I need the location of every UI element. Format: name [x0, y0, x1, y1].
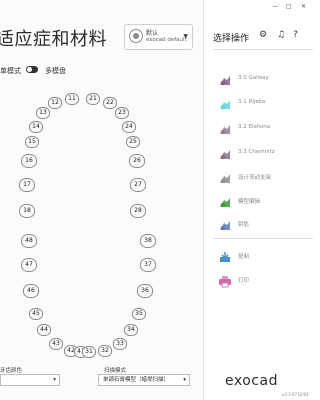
mode-single-label: 单模式 — [0, 67, 21, 75]
bell-icon[interactable]: ♫ — [277, 30, 285, 40]
action-item[interactable]: 设计流动支架 — [218, 170, 310, 184]
close-icon[interactable]: ✕ — [301, 3, 306, 10]
action-label: 设计流动支架 — [238, 175, 272, 181]
tooth-chart: 18 17 16 15 14 13 12 11 21 22 23 24 25 26 27 28 48 47 46 45… — [0, 82, 203, 364]
print-icon — [218, 273, 232, 288]
tooth-21[interactable]: 21 — [86, 93, 100, 105]
project-label: 默认 — [146, 30, 159, 37]
chevron-down-icon: ▼ — [183, 33, 188, 40]
gear-icon[interactable]: ⚙ — [259, 30, 267, 40]
sidebar-divider — [213, 238, 313, 239]
action-label: 3.1 Rijeka — [238, 99, 266, 105]
tooth-17[interactable]: 17 — [19, 178, 35, 192]
main-panel: 适应症和材料 默认 exocad default ▼ 单模式 多模盘 18 17 1… — [0, 0, 204, 400]
minimize-icon[interactable]: — — [272, 3, 278, 10]
project-value: exocad default — [146, 37, 187, 43]
action-icon — [218, 194, 232, 208]
scan-mode-dropdown[interactable]: 单颌石膏模型（蜡堤扫描） ▾ — [98, 374, 190, 386]
tooth-14[interactable]: 14 — [29, 121, 43, 133]
tooth-47[interactable]: 47 — [21, 258, 37, 272]
tooth-25[interactable]: 25 — [126, 136, 140, 148]
mode-toggle[interactable] — [26, 66, 38, 73]
action-sidebar: — □ ✕ 选择操作 ⚙ ♫ ? 3.0 Galway 3.1 Rijeka 3.2… — [204, 0, 315, 400]
action-item[interactable]: 模型编辑 — [218, 194, 310, 208]
print-button[interactable]: 打印 — [218, 273, 310, 288]
tooth-44[interactable]: 44 — [37, 324, 51, 336]
chevron-down-icon: ▾ — [53, 377, 56, 383]
action-icon — [218, 170, 232, 184]
tooth-color-label: 牙齿颜色 — [0, 368, 23, 374]
project-selector[interactable]: 默认 exocad default ▼ — [124, 24, 193, 50]
tooth-37[interactable]: 37 — [140, 258, 156, 272]
action-item[interactable]: 3.0 Galway — [218, 72, 310, 86]
action-item[interactable]: 3.3 Chemnitz — [218, 146, 310, 160]
mode-multi-label: 多模盘 — [45, 67, 66, 75]
version-label: v3.3.9712/64 — [282, 392, 309, 397]
action-icon — [218, 72, 232, 86]
tooth-18[interactable]: 18 — [19, 204, 35, 218]
tooth-27[interactable]: 27 — [130, 178, 146, 192]
copy-button[interactable]: 复制 — [218, 249, 310, 263]
action-icon — [218, 121, 232, 135]
action-item[interactable]: 钥匙 — [218, 217, 310, 231]
tooth-13[interactable]: 13 — [36, 107, 50, 119]
action-label: 钥匙 — [238, 222, 250, 228]
chevron-down-icon: ▾ — [183, 377, 186, 383]
tooth-36[interactable]: 36 — [137, 284, 153, 298]
action-icon — [218, 96, 232, 110]
maximize-icon[interactable]: □ — [286, 3, 292, 10]
action-label: 3.0 Galway — [238, 75, 269, 81]
copy-icon — [218, 249, 232, 262]
tooth-24[interactable]: 24 — [122, 121, 136, 133]
exocad-logo: exocad — [225, 373, 278, 389]
tooth-32[interactable]: 32 — [98, 345, 112, 357]
tooth-38[interactable]: 38 — [140, 234, 156, 248]
tooth-45[interactable]: 45 — [29, 308, 43, 320]
action-label: 模型编辑 — [238, 199, 261, 205]
action-icon — [218, 146, 232, 160]
action-label: 打印 — [238, 278, 250, 284]
tooth-26[interactable]: 26 — [129, 154, 145, 168]
scan-mode-value: 单颌石膏模型（蜡堤扫描） — [103, 377, 170, 383]
tooth-35[interactable]: 35 — [132, 308, 146, 320]
action-item[interactable]: 3.2 Elefsina — [218, 121, 310, 135]
tooth-33[interactable]: 33 — [113, 338, 127, 350]
tooth-15[interactable]: 15 — [25, 136, 39, 148]
action-item[interactable]: 3.1 Rijeka — [218, 96, 310, 110]
tooth-46[interactable]: 46 — [23, 284, 39, 298]
action-label: 3.2 Elefsina — [238, 124, 271, 130]
project-icon — [129, 29, 143, 43]
action-label: 3.3 Chemnitz — [238, 149, 275, 155]
sidebar-divider — [213, 49, 313, 50]
tooth-28[interactable]: 28 — [130, 204, 146, 218]
action-icon — [218, 217, 232, 231]
scan-mode-label: 扫描模式 — [104, 368, 127, 374]
tooth-43[interactable]: 43 — [49, 338, 63, 350]
action-label: 复制 — [238, 254, 250, 260]
tooth-48[interactable]: 48 — [21, 234, 37, 248]
tooth-12[interactable]: 12 — [48, 97, 62, 109]
page-title: 适应症和材料 — [0, 29, 107, 50]
tooth-31[interactable]: 31 — [82, 346, 96, 358]
tooth-16[interactable]: 16 — [21, 154, 37, 168]
sidebar-title: 选择操作 — [213, 34, 250, 44]
tooth-color-dropdown[interactable]: ▾ — [0, 374, 60, 386]
help-icon[interactable]: ? — [293, 30, 298, 40]
tooth-22[interactable]: 22 — [103, 97, 117, 109]
tooth-23[interactable]: 23 — [115, 107, 129, 119]
tooth-11[interactable]: 11 — [65, 93, 79, 105]
tooth-34[interactable]: 34 — [124, 324, 138, 336]
